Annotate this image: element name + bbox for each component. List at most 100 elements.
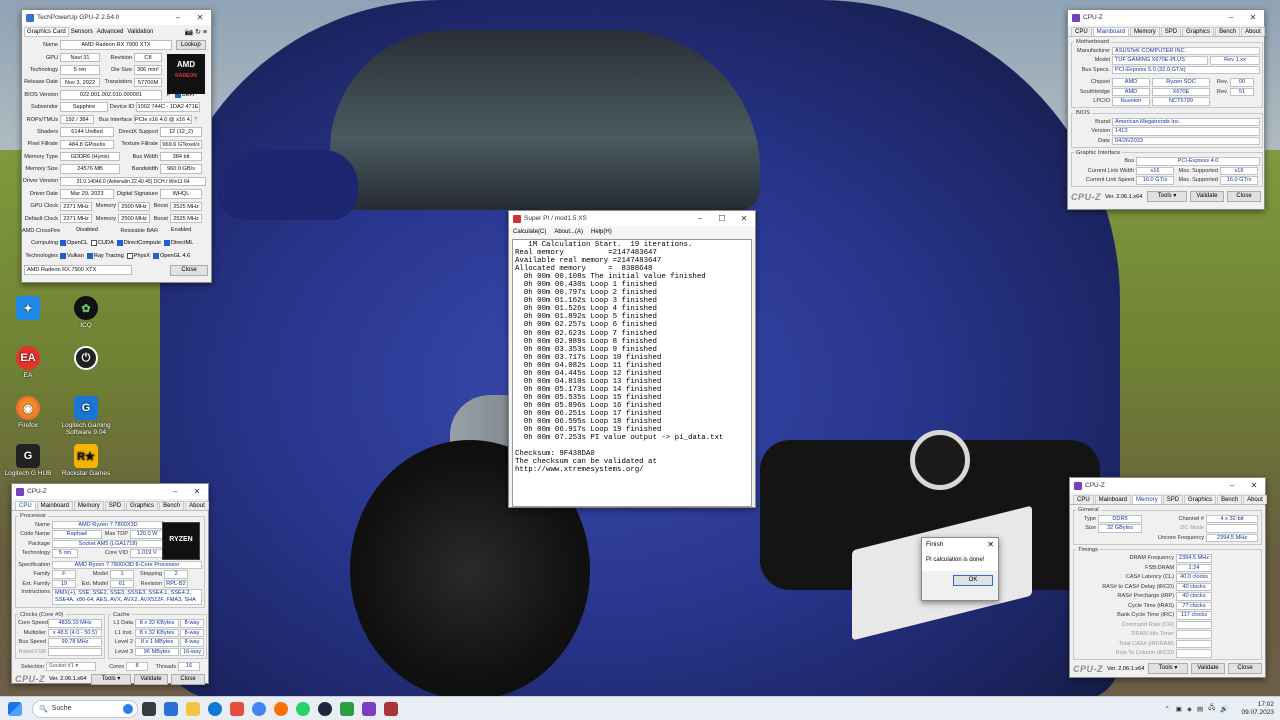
ok-button[interactable]: OK — [953, 575, 993, 586]
menu-help[interactable]: Help(H) — [587, 229, 616, 235]
validate-button[interactable]: Validate — [1191, 663, 1225, 674]
close-button[interactable]: Close — [1228, 663, 1262, 674]
steam-icon[interactable] — [318, 701, 332, 716]
tab-bench[interactable]: Bench — [159, 501, 185, 510]
desktop-icon-ghub[interactable]: G Logitech G HUB — [2, 444, 54, 477]
tab-memory[interactable]: Memory — [74, 501, 104, 510]
maximize-icon[interactable]: ☐ — [711, 214, 733, 223]
tab-graphics[interactable]: Graphics — [1184, 495, 1217, 504]
close-button[interactable]: Close — [1227, 191, 1261, 202]
desktop-icon-icq[interactable]: ✿ ICQ — [60, 296, 112, 329]
tab-advanced[interactable]: Advanced — [95, 28, 126, 36]
tab-sensors[interactable]: Sensors — [69, 28, 95, 36]
tray-app-icon[interactable]: ▣ — [1176, 705, 1182, 713]
clock[interactable]: 17:02 09.07.2023 — [1241, 701, 1274, 717]
lookup-button[interactable]: Lookup — [176, 40, 206, 51]
console-line: 0h 00m 04.810s Loop 13 finished — [515, 377, 662, 386]
tab-spd[interactable]: SPD — [104, 501, 126, 510]
close-button[interactable]: Close — [171, 673, 205, 685]
close-icon[interactable]: ✕ — [186, 487, 208, 496]
chevron-up-icon[interactable]: ⌃ — [1164, 705, 1169, 713]
raytracing-checkbox[interactable] — [86, 252, 93, 259]
chrome-icon[interactable] — [252, 701, 266, 716]
edge-icon[interactable] — [208, 701, 222, 716]
close-icon[interactable]: ✕ — [189, 13, 211, 22]
card-select[interactable]: AMD Radeon RX 7900 XTX — [24, 265, 132, 275]
tools-button[interactable]: Tools ▾ — [91, 673, 131, 685]
gpuz-titlebar[interactable]: TechPowerUp GPU-Z 2.54.0 – ✕ — [22, 10, 211, 25]
tab-cpu[interactable]: CPU — [1071, 27, 1092, 36]
desktop-icon-power[interactable]: ⏻ — [60, 346, 112, 372]
close-icon[interactable]: ✕ — [987, 540, 998, 549]
tab-about[interactable]: About — [185, 501, 209, 510]
minimize-icon[interactable]: – — [1220, 13, 1242, 22]
minimize-icon[interactable]: – — [167, 13, 189, 22]
directml-checkbox[interactable] — [164, 240, 171, 247]
network-icon[interactable]: 🖧 — [1208, 703, 1215, 714]
finish-titlebar[interactable]: Finish ✕ — [922, 538, 998, 551]
tab-graphics[interactable]: Graphics — [126, 501, 159, 510]
cpuz-mem-titlebar[interactable]: CPU-Z – ✕ — [1070, 478, 1265, 493]
tab-graphics-card[interactable]: Graphics Card — [24, 26, 69, 37]
tab-bench[interactable]: Bench — [1217, 495, 1243, 504]
opengl-checkbox[interactable] — [152, 252, 159, 259]
firefox-taskbar-icon[interactable] — [274, 701, 288, 716]
widgets-icon[interactable] — [164, 701, 178, 716]
menu-about[interactable]: About...(A) — [550, 229, 587, 235]
minimize-icon[interactable]: – — [164, 487, 186, 496]
superpi-taskbar-icon[interactable] — [384, 701, 398, 716]
minimize-icon[interactable]: – — [689, 214, 711, 223]
close-icon[interactable]: ✕ — [733, 214, 755, 223]
volume-icon[interactable]: 🔊 — [1220, 705, 1228, 713]
tray-app3-icon[interactable]: ▤ — [1197, 705, 1203, 713]
tab-about[interactable]: About — [1241, 27, 1265, 36]
cpuz-taskbar-icon[interactable] — [362, 701, 376, 716]
whatsapp-icon[interactable] — [296, 701, 310, 716]
close-icon[interactable]: ✕ — [1243, 481, 1265, 490]
menu-calculate[interactable]: Calculate(C) — [509, 229, 550, 235]
desktop-icon-rockstar[interactable]: R★ Rockstar Games — [60, 444, 112, 477]
physx-checkbox[interactable] — [126, 252, 133, 259]
tools-button[interactable]: Tools ▾ — [1148, 663, 1188, 674]
opencl-checkbox[interactable] — [60, 240, 66, 247]
tab-cpu[interactable]: CPU — [1073, 495, 1094, 504]
directcompute-checkbox[interactable] — [116, 240, 123, 247]
tab-bench[interactable]: Bench — [1215, 27, 1241, 36]
windows-start-icon[interactable] — [8, 701, 22, 716]
tab-mainboard[interactable]: Mainboard — [1092, 27, 1130, 36]
media-icon[interactable] — [230, 701, 244, 716]
tab-about[interactable]: About — [1243, 495, 1267, 504]
taskbar-search[interactable]: 🔍 Suche — [32, 699, 138, 718]
tab-mainboard[interactable]: Mainboard — [1094, 495, 1132, 504]
superpi-titlebar[interactable]: Super PI / mod1.5 XS – ☐ ✕ — [509, 211, 755, 226]
tools-button[interactable]: Tools ▾ — [1147, 191, 1187, 202]
desktop-icon-ea[interactable]: EA EA — [2, 346, 54, 379]
tab-cpu[interactable]: CPU — [15, 501, 36, 510]
help-icon[interactable]: ? — [194, 117, 197, 123]
tab-spd[interactable]: SPD — [1162, 495, 1184, 504]
desktop-icon-app[interactable]: ✦ — [2, 296, 54, 322]
file-explorer-icon[interactable] — [186, 701, 200, 716]
tab-validation[interactable]: Validation — [125, 28, 155, 36]
tab-memory[interactable]: Memory — [1132, 495, 1162, 504]
cuda-checkbox[interactable] — [90, 240, 97, 247]
task-view-icon[interactable] — [142, 701, 156, 716]
tab-mainboard[interactable]: Mainboard — [36, 501, 74, 510]
desktop-icon-logitech[interactable]: G Logitech Gaming Software 9.04 — [60, 396, 112, 436]
toolbar-icons[interactable]: 📷 ↻ ≡ — [184, 28, 211, 36]
desktop-icon-firefox[interactable]: ◉ Firefox — [2, 396, 54, 429]
cpuz-mb-titlebar[interactable]: CPU-Z – ✕ — [1068, 10, 1264, 25]
tray-app2-icon[interactable]: ◈ — [1187, 705, 1192, 713]
tab-spd[interactable]: SPD — [1160, 27, 1182, 36]
minimize-icon[interactable]: – — [1221, 481, 1243, 490]
validate-button[interactable]: Validate — [134, 673, 168, 685]
close-icon[interactable]: ✕ — [1242, 13, 1264, 22]
tab-graphics[interactable]: Graphics — [1182, 27, 1215, 36]
gpuz-taskbar-icon[interactable] — [340, 701, 354, 716]
tab-memory[interactable]: Memory — [1130, 27, 1160, 36]
gpuz-close-button[interactable]: Close — [170, 264, 208, 276]
cpuz-cpu-titlebar[interactable]: CPU-Z – ✕ — [12, 484, 208, 499]
validate-button[interactable]: Validate — [1190, 191, 1224, 202]
vulkan-checkbox[interactable] — [60, 252, 66, 259]
socket-select[interactable]: Socket #1 ▾ — [46, 662, 96, 671]
